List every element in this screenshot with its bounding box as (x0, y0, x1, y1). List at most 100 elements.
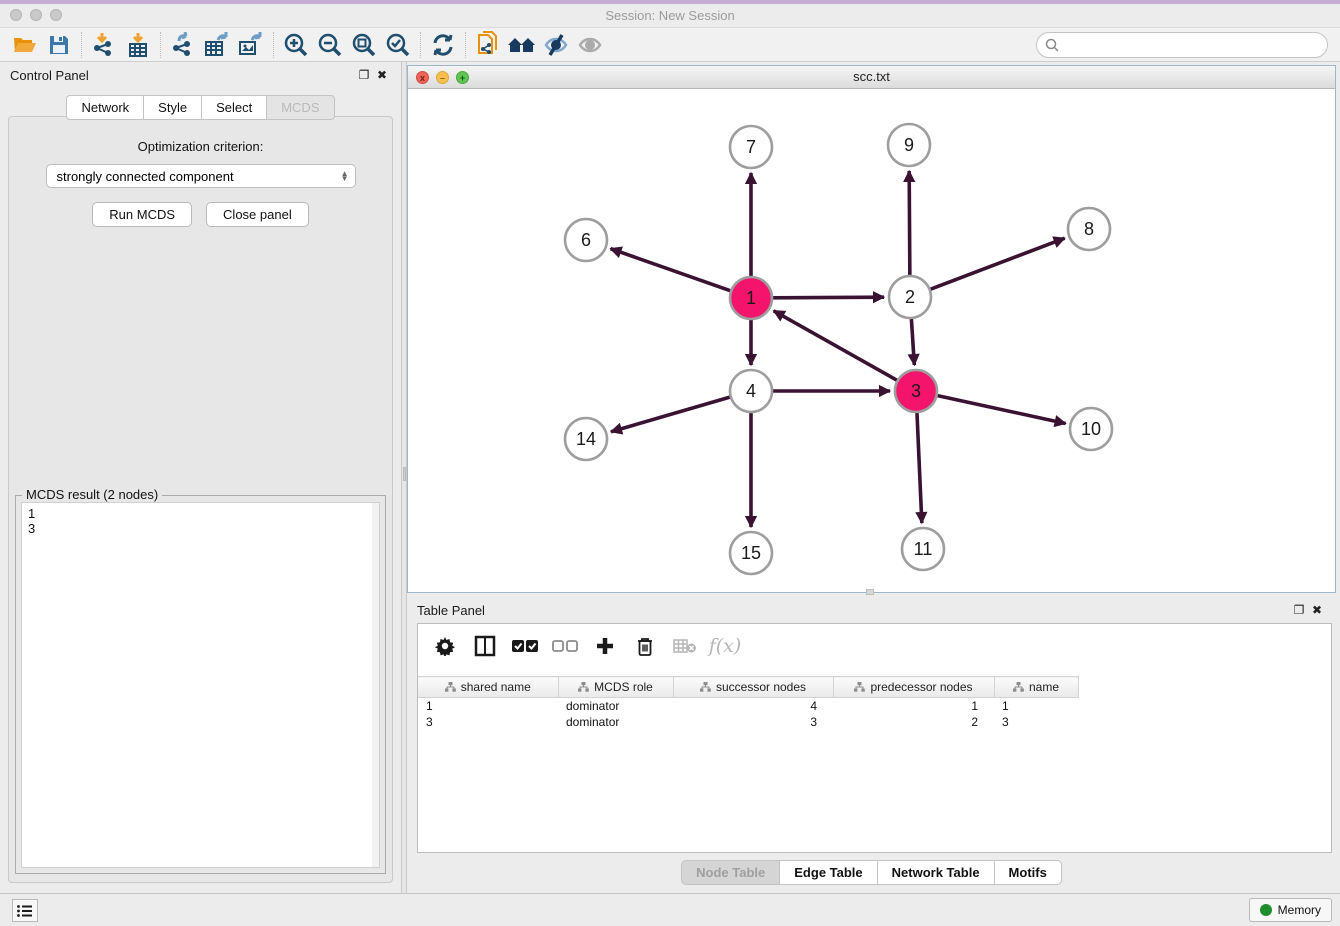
svg-text:8: 8 (1084, 219, 1094, 239)
network-zoom-icon[interactable]: + (456, 71, 469, 84)
graph-node-15[interactable]: 15 (730, 532, 772, 574)
cell-successor-nodes[interactable]: 3 (673, 714, 833, 730)
zoom-in-icon[interactable] (279, 30, 313, 60)
cell-MCDS-role[interactable]: dominator (558, 698, 673, 714)
tab-select[interactable]: Select (201, 95, 266, 120)
cell-name[interactable]: 3 (994, 714, 1078, 730)
close-panel-icon[interactable]: ✖ (373, 67, 391, 83)
task-history-icon[interactable] (12, 899, 38, 922)
graph-node-2[interactable]: 2 (889, 276, 931, 318)
graph-node-3[interactable]: 3 (895, 370, 937, 412)
svg-text:10: 10 (1081, 419, 1101, 439)
open-file-icon[interactable] (8, 30, 42, 60)
zoom-out-icon[interactable] (313, 30, 347, 60)
cell-name[interactable]: 1 (994, 698, 1078, 714)
svg-text:4: 4 (746, 381, 756, 401)
network-window-titlebar[interactable]: x – + scc.txt (408, 66, 1335, 89)
table-settings-icon[interactable] (432, 633, 458, 659)
cell-shared-name[interactable]: 3 (418, 714, 558, 730)
refresh-layout-icon[interactable] (426, 30, 460, 60)
delete-table-icon[interactable] (672, 633, 698, 659)
edge-3-10[interactable] (937, 396, 1065, 424)
edge-3-11[interactable] (917, 413, 922, 523)
edge-3-1[interactable] (774, 311, 897, 380)
column-header-shared-name[interactable]: shared name (418, 677, 558, 698)
show-hidden-icon[interactable] (573, 30, 607, 60)
search-icon (1045, 38, 1059, 52)
zoom-fit-icon[interactable] (347, 30, 381, 60)
hide-selected-icon[interactable] (539, 30, 573, 60)
export-table-icon[interactable] (200, 30, 234, 60)
add-column-icon[interactable] (592, 633, 618, 659)
zoom-selected-icon[interactable] (381, 30, 415, 60)
tab-mcds[interactable]: MCDS (266, 95, 334, 120)
graph-node-4[interactable]: 4 (730, 370, 772, 412)
float-panel-icon[interactable]: ❐ (355, 67, 373, 83)
edge-4-14[interactable] (611, 397, 730, 432)
tab-edge-table[interactable]: Edge Table (779, 860, 876, 885)
new-network-from-selection-icon[interactable] (471, 30, 505, 60)
cell-successor-nodes[interactable]: 4 (673, 698, 833, 714)
edge-1-2[interactable] (773, 297, 884, 298)
hierarchy-icon (700, 682, 711, 692)
graph-node-11[interactable]: 11 (902, 528, 944, 570)
column-header-name[interactable]: name (994, 677, 1078, 698)
table-row[interactable]: 1dominator411 (418, 698, 1331, 714)
export-image-icon[interactable] (234, 30, 268, 60)
graph-node-1[interactable]: 1 (730, 277, 772, 319)
column-layout-icon[interactable] (472, 633, 498, 659)
tab-motifs[interactable]: Motifs (994, 860, 1062, 885)
memory-button[interactable]: Memory (1249, 898, 1332, 922)
cell-predecessor-nodes[interactable]: 2 (833, 714, 994, 730)
cell-MCDS-role[interactable]: dominator (558, 714, 673, 730)
memory-label: Memory (1278, 903, 1321, 917)
close-table-panel-icon[interactable]: ✖ (1308, 602, 1326, 618)
edge-1-6[interactable] (611, 249, 731, 291)
tab-node-table[interactable]: Node Table (681, 860, 779, 885)
graph-node-9[interactable]: 9 (888, 124, 930, 166)
graph-node-14[interactable]: 14 (565, 418, 607, 460)
edge-2-8[interactable] (931, 238, 1065, 289)
tab-network-table[interactable]: Network Table (877, 860, 994, 885)
float-table-panel-icon[interactable]: ❐ (1290, 602, 1308, 618)
mcds-result-title: MCDS result (2 nodes) (22, 487, 162, 502)
graph-node-10[interactable]: 10 (1070, 408, 1112, 450)
column-header-successor-nodes[interactable]: successor nodes (673, 677, 833, 698)
mcds-result-text[interactable]: 1 3 (21, 502, 380, 868)
graph-node-6[interactable]: 6 (565, 219, 607, 261)
save-session-icon[interactable] (42, 30, 76, 60)
criterion-dropdown[interactable]: strongly connected component ▲▼ (46, 164, 356, 188)
import-table-icon[interactable] (121, 30, 155, 60)
run-mcds-button[interactable]: Run MCDS (92, 202, 192, 227)
deselect-all-icon[interactable] (552, 633, 578, 659)
tab-style[interactable]: Style (143, 95, 201, 120)
hierarchy-icon (445, 682, 456, 692)
function-builder-icon[interactable]: f(x) (712, 633, 738, 659)
result-scrollbar[interactable] (372, 503, 379, 867)
network-resize-handle[interactable] (866, 589, 874, 595)
select-all-icon[interactable] (512, 633, 538, 659)
edge-2-9[interactable] (909, 171, 910, 275)
export-network-icon[interactable] (166, 30, 200, 60)
table-row[interactable]: 3dominator323 (418, 714, 1331, 730)
import-network-icon[interactable] (87, 30, 121, 60)
delete-column-icon[interactable] (632, 633, 658, 659)
search-input[interactable] (1065, 38, 1319, 52)
network-canvas[interactable]: 7 9 6 8 1 2 4 3 14 10 15 11 (408, 89, 1335, 592)
column-header-predecessor-nodes[interactable]: predecessor nodes (833, 677, 994, 698)
close-panel-button[interactable]: Close panel (206, 202, 309, 227)
search-field[interactable] (1036, 32, 1328, 58)
splitter-handle[interactable] (403, 467, 406, 481)
graph-node-7[interactable]: 7 (730, 126, 772, 168)
tab-network[interactable]: Network (66, 95, 143, 120)
network-close-icon[interactable]: x (416, 71, 429, 84)
cell-shared-name[interactable]: 1 (418, 698, 558, 714)
edge-2-3[interactable] (911, 319, 914, 365)
cell-predecessor-nodes[interactable]: 1 (833, 698, 994, 714)
statusbar: Memory (0, 893, 1340, 926)
hierarchy-icon (854, 682, 865, 692)
graph-node-8[interactable]: 8 (1068, 208, 1110, 250)
network-minimize-icon[interactable]: – (436, 71, 449, 84)
first-neighbors-icon[interactable] (505, 30, 539, 60)
column-header-MCDS-role[interactable]: MCDS role (558, 677, 673, 698)
